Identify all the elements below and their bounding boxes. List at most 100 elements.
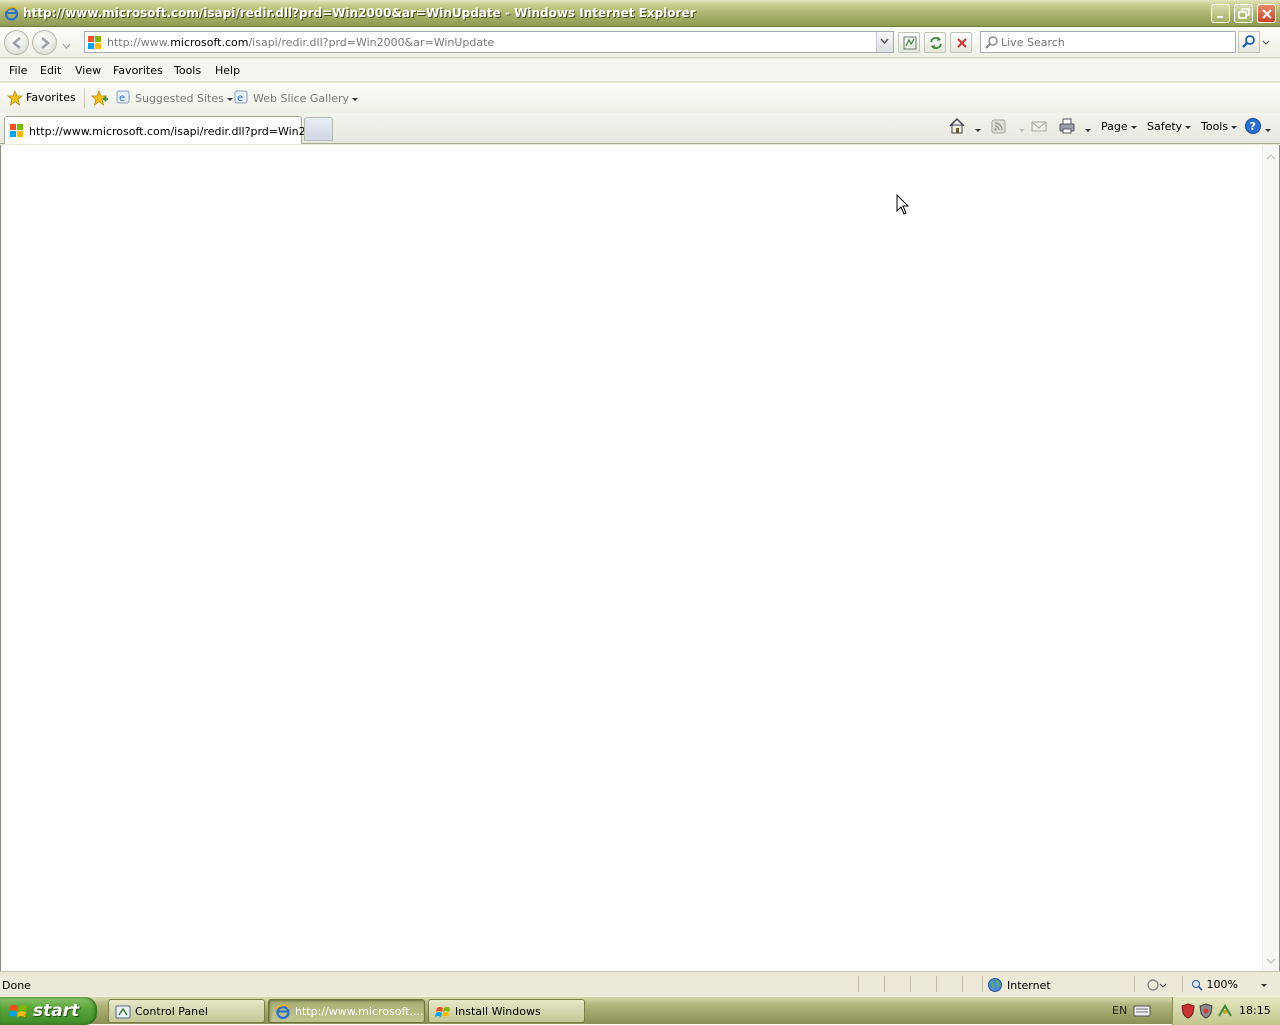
status-divider xyxy=(858,976,859,992)
language-indicator[interactable]: EN xyxy=(1112,1004,1127,1017)
zone-label: Internet xyxy=(1007,979,1051,992)
status-divider xyxy=(982,976,983,992)
menu-help[interactable]: Help xyxy=(215,64,240,77)
microsoft-logo-icon xyxy=(10,124,24,141)
feeds-chevron-down-icon[interactable] xyxy=(1016,123,1025,136)
vertical-scrollbar[interactable] xyxy=(1262,145,1279,971)
refresh-button[interactable] xyxy=(924,32,946,53)
tab-title: http://www.microsoft.com/isapi/redir.dll… xyxy=(29,125,331,138)
safety-menu[interactable]: Safety xyxy=(1147,120,1192,133)
page-menu[interactable]: Page xyxy=(1101,120,1137,133)
feeds-icon[interactable] xyxy=(990,117,1008,138)
taskbar-item-install-windows[interactable]: Install Windows xyxy=(428,999,585,1023)
taskbar: start Control Panel http://www.microsoft… xyxy=(0,996,1280,1025)
network-icon[interactable] xyxy=(1217,1003,1233,1022)
svg-text:e: e xyxy=(237,93,243,104)
zoom-value: 100% xyxy=(1206,978,1238,991)
add-to-favorites-bar-icon[interactable] xyxy=(90,89,109,110)
status-divider xyxy=(1182,976,1183,992)
security-shield-icon[interactable] xyxy=(1181,1003,1195,1022)
compatibility-view-button[interactable] xyxy=(898,32,920,53)
recent-pages-chevron-down-icon[interactable] xyxy=(62,39,71,52)
web-slice-gallery-icon: e xyxy=(234,90,248,107)
address-bar[interactable]: http://www.microsoft.com/isapi/redir.dll… xyxy=(84,31,894,53)
search-button[interactable] xyxy=(1238,31,1260,53)
stop-button[interactable] xyxy=(950,32,972,53)
windows-logo-icon xyxy=(8,1003,29,1024)
taskbar-item-internet-explorer[interactable]: http://www.microsoft.... xyxy=(268,999,425,1023)
navigation-bar: http://www.microsoft.com/isapi/redir.dll… xyxy=(0,27,1280,58)
svg-text:e: e xyxy=(119,93,125,104)
menu-favorites[interactable]: Favorites xyxy=(113,64,163,77)
search-input[interactable] xyxy=(1001,34,1231,50)
help-icon[interactable]: ? xyxy=(1244,117,1262,138)
ie-logo-icon xyxy=(275,1004,291,1023)
print-chevron-down-icon[interactable] xyxy=(1082,123,1091,136)
web-slice-gallery-link[interactable]: Web Slice Gallery xyxy=(253,92,359,105)
favorites-bar: Favorites e Suggested Sites e Web Slice … xyxy=(0,83,1280,113)
antivirus-icon[interactable] xyxy=(1199,1003,1213,1022)
menu-tools[interactable]: Tools xyxy=(174,64,201,77)
minimize-button[interactable] xyxy=(1211,4,1230,23)
ie-logo-icon xyxy=(4,6,19,21)
system-tray: 18:15 xyxy=(1172,997,1280,1025)
menu-edit[interactable]: Edit xyxy=(40,64,61,77)
search-icon xyxy=(985,35,999,52)
home-icon[interactable] xyxy=(948,117,966,138)
taskbar-item-control-panel[interactable]: Control Panel xyxy=(108,999,265,1023)
taskbar-item-label: Install Windows xyxy=(455,1005,541,1018)
favorites-label: Favorites xyxy=(26,91,76,104)
mouse-cursor-icon xyxy=(896,193,910,219)
zoom-level[interactable]: 100% xyxy=(1191,978,1268,991)
start-label: start xyxy=(33,1001,80,1021)
clock[interactable]: 18:15 xyxy=(1239,1004,1271,1017)
menu-view[interactable]: View xyxy=(75,64,101,77)
scroll-up-icon[interactable] xyxy=(1266,150,1276,163)
address-url[interactable]: http://www.microsoft.com/isapi/redir.dll… xyxy=(107,36,494,49)
page-content[interactable] xyxy=(0,145,1280,971)
tools-menu[interactable]: Tools xyxy=(1201,120,1238,133)
help-chevron-down-icon[interactable] xyxy=(1262,123,1271,136)
status-divider xyxy=(936,976,937,992)
new-tab-button[interactable] xyxy=(304,117,333,141)
back-button[interactable] xyxy=(4,30,29,55)
taskbar-item-label: Control Panel xyxy=(135,1005,208,1018)
status-divider xyxy=(962,976,963,992)
title-bar[interactable]: http://www.microsoft.com/isapi/redir.dll… xyxy=(0,0,1280,27)
microsoft-logo-icon xyxy=(88,36,102,50)
status-bar: Done Internet 100% xyxy=(0,971,1280,996)
suggested-sites-link[interactable]: Suggested Sites xyxy=(135,92,233,105)
taskbar-item-label: http://www.microsoft.... xyxy=(295,1005,424,1018)
keyboard-icon[interactable] xyxy=(1133,1004,1151,1021)
internet-globe-icon xyxy=(988,978,1002,992)
status-divider xyxy=(1134,976,1135,992)
status-text: Done xyxy=(2,979,31,992)
favorites-star-icon xyxy=(7,90,23,106)
scroll-down-icon[interactable] xyxy=(1266,955,1276,968)
tab-row: http://www.microsoft.com/isapi/redir.dll… xyxy=(0,113,1280,144)
menu-file[interactable]: File xyxy=(9,64,27,77)
restore-button[interactable] xyxy=(1234,4,1253,23)
read-mail-icon[interactable] xyxy=(1030,117,1048,138)
start-button[interactable]: start xyxy=(0,997,97,1025)
search-box[interactable] xyxy=(980,31,1236,53)
browser-window: http://www.microsoft.com/isapi/redir.dll… xyxy=(0,0,1280,996)
home-chevron-down-icon[interactable] xyxy=(972,123,981,136)
tab-current[interactable]: http://www.microsoft.com/isapi/redir.dll… xyxy=(4,116,330,144)
status-divider xyxy=(910,976,911,992)
address-dropdown-button[interactable] xyxy=(876,32,893,52)
control-panel-icon xyxy=(115,1004,131,1023)
menu-bar: File Edit View Favorites Tools Help xyxy=(0,59,1280,82)
security-zone[interactable]: Internet xyxy=(987,977,1051,996)
close-button[interactable] xyxy=(1257,4,1276,23)
forward-button[interactable] xyxy=(32,30,57,55)
window-title: http://www.microsoft.com/isapi/redir.dll… xyxy=(23,6,696,20)
suggested-sites-icon: e xyxy=(116,90,130,107)
print-icon[interactable] xyxy=(1058,117,1076,138)
zoom-magnifier-icon xyxy=(1192,980,1203,991)
install-windows-icon xyxy=(435,1004,451,1023)
search-options-chevron-down-icon[interactable] xyxy=(1261,31,1273,53)
svg-text:?: ? xyxy=(1250,120,1256,133)
status-divider xyxy=(884,976,885,992)
protected-mode-icon[interactable] xyxy=(1146,977,1167,996)
